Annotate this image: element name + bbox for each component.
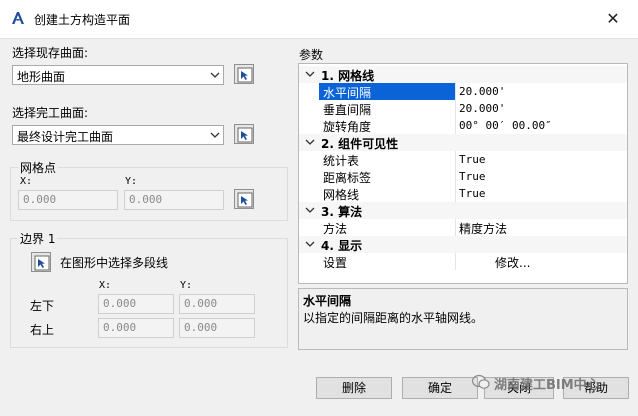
column-divider (455, 117, 456, 134)
autocad-logo-icon (12, 12, 24, 24)
chevron-down-icon (210, 72, 220, 78)
property-name: 垂直间隔 (323, 103, 372, 117)
delete-button[interactable]: 删除 (316, 377, 392, 399)
collapse-chevron-icon (305, 139, 315, 145)
title-bar: 创建土方构造平面 ✕ (0, 0, 638, 38)
column-divider (455, 253, 456, 270)
property-row[interactable]: 水平间隔 20.000' (299, 83, 627, 100)
property-row[interactable]: 方法 精度方法 (299, 219, 627, 236)
grid-point-y-value: 0.000 (129, 193, 163, 206)
ok-button[interactable]: 确定 (402, 377, 478, 399)
property-row[interactable]: 距离标签 True (299, 168, 627, 185)
lower-left-label: 左下 (30, 299, 55, 313)
collapse-chevron-icon (305, 241, 315, 247)
category-label: 1. 网格线 (321, 69, 375, 83)
final-surface-select[interactable]: 最终设计完工曲面 (12, 125, 224, 145)
property-name: 设置 (323, 256, 348, 270)
boundary-title: 边界 1 (18, 230, 58, 247)
grid-point-x-field[interactable]: 0.000 (18, 190, 118, 210)
property-name: 水平间隔 (323, 86, 372, 100)
property-name: 距离标签 (323, 171, 372, 185)
category-display[interactable]: 4. 显示 (299, 236, 627, 253)
upper-right-y-field[interactable]: 0.000 (179, 318, 255, 338)
pick-polyline-button[interactable] (31, 252, 51, 272)
column-divider (455, 151, 456, 168)
property-row[interactable]: 旋转角度 00° 00′ 00.00″ (299, 117, 627, 134)
close-icon[interactable]: ✕ (600, 6, 626, 32)
category-grid-lines[interactable]: 1. 网格线 (299, 66, 627, 83)
property-name: 网格线 (323, 188, 360, 202)
category-label: 3. 算法 (321, 205, 363, 219)
column-divider (455, 219, 456, 236)
category-label: 2. 组件可见性 (321, 137, 399, 151)
property-value[interactable]: 精度方法 (459, 220, 507, 237)
property-name: 方法 (323, 222, 348, 236)
grid-point-x-value: 0.000 (23, 193, 57, 206)
existing-surface-select[interactable]: 地形曲面 (12, 65, 224, 85)
property-value[interactable]: 00° 00′ 00.00″ (459, 119, 552, 132)
property-value[interactable]: True (459, 170, 486, 183)
final-surface-value: 最终设计完工曲面 (17, 130, 114, 144)
params-title: 参数 (299, 48, 324, 62)
existing-surface-value: 地形曲面 (17, 70, 66, 84)
pick-polyline-label: 在图形中选择多段线 (60, 256, 169, 270)
property-row[interactable]: 设置 修改... (299, 253, 627, 270)
column-divider (455, 83, 456, 100)
upper-right-y-value: 0.000 (184, 321, 218, 334)
upper-right-x-field[interactable]: 0.000 (98, 318, 174, 338)
property-row[interactable]: 网格线 True (299, 185, 627, 202)
window-title: 创建土方构造平面 (34, 13, 131, 27)
final-surface-label: 选择完工曲面: (12, 106, 89, 120)
description-title: 水平间隔 (303, 294, 352, 308)
column-divider (455, 100, 456, 117)
property-grid: 1. 网格线 水平间隔 20.000' 垂直间隔 20.000' 旋转角度 00… (298, 63, 628, 284)
pick-grid-point-button[interactable] (234, 189, 254, 209)
property-value[interactable]: True (459, 153, 486, 166)
grid-point-x-label: X: (20, 176, 33, 187)
category-component-visibility[interactable]: 2. 组件可见性 (299, 134, 627, 151)
property-name: 统计表 (323, 154, 360, 168)
grid-point-title: 网格点 (18, 159, 59, 176)
lower-left-y-value: 0.000 (184, 297, 218, 310)
boundary-x-label: X: (99, 280, 112, 291)
column-divider (455, 168, 456, 185)
upper-right-x-value: 0.000 (103, 321, 137, 334)
pick-from-drawing-icon (34, 255, 50, 271)
property-value[interactable]: True (459, 187, 486, 200)
grid-point-y-label: Y: (125, 176, 138, 187)
description-text: 以指定的间隔距离的水平轴网线。 (303, 311, 484, 325)
pick-from-drawing-icon (237, 67, 253, 83)
property-row[interactable]: 垂直间隔 20.000' (299, 100, 627, 117)
wechat-logo-icon (472, 374, 490, 389)
lower-left-x-value: 0.000 (103, 297, 137, 310)
chevron-down-icon (210, 132, 220, 138)
watermark-text: 湖南建工BIM中心 (494, 378, 600, 393)
description-panel: 水平间隔 以指定的间隔距离的水平轴网线。 (298, 288, 628, 350)
property-value[interactable]: 20.000' (459, 85, 505, 98)
category-algorithm[interactable]: 3. 算法 (299, 202, 627, 219)
existing-surface-label: 选择现存曲面: (12, 46, 89, 60)
lower-left-x-field[interactable]: 0.000 (98, 294, 174, 314)
modify-button[interactable]: 修改... (495, 254, 530, 271)
pick-from-drawing-icon (237, 192, 253, 208)
category-label: 4. 显示 (321, 239, 363, 253)
column-divider (455, 185, 456, 202)
property-value[interactable]: 20.000' (459, 102, 505, 115)
collapse-chevron-icon (305, 71, 315, 77)
grid-point-y-field[interactable]: 0.000 (124, 190, 224, 210)
property-row[interactable]: 统计表 True (299, 151, 627, 168)
pick-final-surface-button[interactable] (234, 124, 254, 144)
upper-right-label: 右上 (30, 323, 55, 337)
property-name: 旋转角度 (323, 120, 372, 134)
lower-left-y-field[interactable]: 0.000 (179, 294, 255, 314)
boundary-y-label: Y: (180, 280, 193, 291)
collapse-chevron-icon (305, 207, 315, 213)
pick-existing-surface-button[interactable] (234, 64, 254, 84)
pick-from-drawing-icon (237, 127, 253, 143)
